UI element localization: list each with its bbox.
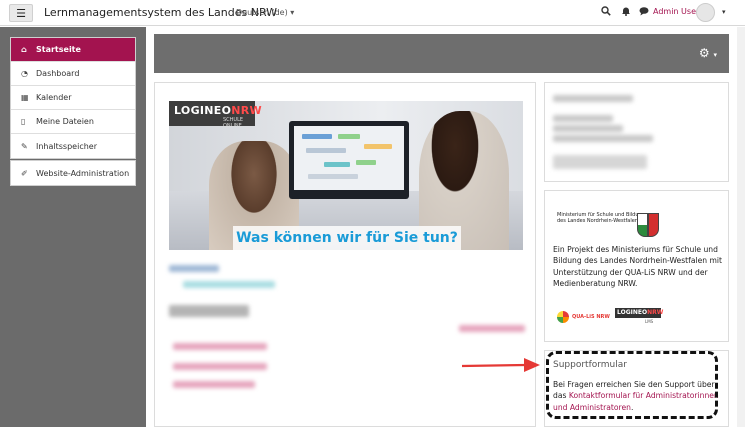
blurred-button xyxy=(553,155,647,169)
sidebar-item-label: Kalender xyxy=(36,93,72,102)
sidebar-item-dashboard[interactable]: ◔ Dashboard xyxy=(11,62,135,86)
blurred-line xyxy=(553,115,613,122)
support-text: Bei Fragen erreichen Sie den Support übe… xyxy=(553,379,725,413)
chevron-down-icon: ▾ xyxy=(290,8,295,17)
blurred-line xyxy=(183,281,275,288)
blurred-heading xyxy=(169,305,249,317)
sidebar-item-website-administration[interactable]: ✐ Website-Administration xyxy=(11,161,135,185)
nrw-coat-of-arms-icon xyxy=(637,213,659,237)
blurred-side-card xyxy=(544,82,729,182)
main-content: LOGINEONRW SCHULE ONLINE Was können wir … xyxy=(154,82,536,427)
screen-block xyxy=(324,162,350,167)
calendar-icon: ▦ xyxy=(21,93,29,102)
red-arrow-icon xyxy=(461,358,540,372)
file-icon: ▯ xyxy=(21,117,26,126)
screen-block xyxy=(364,144,392,149)
user-menu-chevron-icon[interactable]: ▾ xyxy=(722,8,726,16)
page-header: ⚙ ▾ xyxy=(154,34,729,73)
chevron-down-icon: ▾ xyxy=(713,51,717,59)
sidebar-item-startseite[interactable]: ⌂ Startseite xyxy=(11,38,135,62)
logo-logineo-small: LOGINEO xyxy=(617,309,648,316)
crest-left xyxy=(637,213,648,237)
blurred-link xyxy=(173,381,255,388)
logo-nrw: NRW xyxy=(231,104,262,117)
blurred-link xyxy=(459,325,525,332)
sidebar-item-label: Startseite xyxy=(36,45,81,54)
logineo-lms-logo: LOGINEONRW LMS xyxy=(615,308,664,324)
logineo-logo-text: LOGINEONRW xyxy=(174,104,262,117)
sidebar-item-inhaltsspeicher[interactable]: ✎ Inhaltsspeicher xyxy=(11,134,135,158)
qua-lis-logo: QUA-LiS NRW xyxy=(557,309,612,325)
blurred-line xyxy=(169,265,219,272)
sidebar-item-label: Website-Administration xyxy=(36,168,130,178)
screen-block xyxy=(356,160,376,165)
logo-logineo: LOGINEO xyxy=(174,104,232,117)
blurred-link xyxy=(173,343,267,350)
screen-block xyxy=(308,174,358,179)
sidebar-item-meine-dateien[interactable]: ▯ Meine Dateien xyxy=(11,110,135,134)
brush-icon: ✎ xyxy=(21,141,28,151)
logineo-lms-sub: LMS xyxy=(645,319,654,324)
hero-image: LOGINEONRW SCHULE ONLINE Was können wir … xyxy=(169,101,523,250)
search-icon[interactable] xyxy=(601,6,611,19)
dashboard-icon: ◔ xyxy=(21,69,28,78)
hero-screen xyxy=(294,126,404,190)
chat-bubble-icon[interactable] xyxy=(639,6,649,19)
scrollbar[interactable] xyxy=(737,27,745,427)
gear-icon[interactable]: ⚙ ▾ xyxy=(699,46,717,60)
crest-right xyxy=(648,213,659,237)
sidebar-item-label: Meine Dateien xyxy=(36,117,94,126)
left-drawer: ⌂ Startseite ◔ Dashboard ▦ Kalender ▯ Meine … xyxy=(0,27,146,427)
support-text-after: . xyxy=(630,402,634,412)
qua-lis-logo-icon xyxy=(557,311,569,323)
contact-form-link[interactable]: Kontaktformular für Administratorinnen u… xyxy=(553,391,719,411)
logo-nrw-small: NRW xyxy=(647,309,664,316)
logineo-lms-logo-box: LOGINEONRW xyxy=(615,308,664,318)
language-label: Deutsch (de) xyxy=(236,8,288,17)
blurred-line xyxy=(553,95,633,102)
admin-navigation: ✐ Website-Administration xyxy=(10,160,136,186)
support-card: Supportformular Bei Fragen erreichen Sie… xyxy=(544,350,729,427)
blurred-line xyxy=(553,135,653,142)
ministry-card: Ministerium für Schule und Bildung des L… xyxy=(544,190,729,342)
qua-lis-logo-text: QUA-LiS NRW xyxy=(572,314,610,320)
logineo-logo: LOGINEONRW SCHULE ONLINE xyxy=(169,101,262,129)
user-name[interactable]: Admin User xyxy=(653,7,699,16)
blurred-line xyxy=(553,125,623,132)
blurred-link xyxy=(173,363,267,370)
project-description: Ein Projekt des Ministeriums für Schule … xyxy=(553,245,722,289)
screen-block xyxy=(302,134,332,139)
hero-slogan: Was können wir für Sie tun? xyxy=(233,226,461,250)
sidebar-item-kalender[interactable]: ▦ Kalender xyxy=(11,86,135,110)
wrench-icon: ✐ xyxy=(21,168,28,178)
sidebar-item-label: Dashboard xyxy=(36,69,80,78)
screen-block xyxy=(338,134,360,139)
home-icon: ⌂ xyxy=(21,45,27,54)
top-navbar: ☰ Lernmanagementsystem des Landes NRW De… xyxy=(0,0,745,26)
screen-block xyxy=(306,148,346,153)
language-selector[interactable]: Deutsch (de) ▾ xyxy=(236,8,294,17)
hamburger-menu-icon[interactable]: ☰ xyxy=(9,4,33,22)
support-title: Supportformular xyxy=(553,360,627,370)
avatar[interactable] xyxy=(696,3,715,22)
logo-subtitle: SCHULE ONLINE xyxy=(223,117,244,129)
bell-icon[interactable] xyxy=(621,6,631,19)
main-navigation: ⌂ Startseite ◔ Dashboard ▦ Kalender ▯ Meine … xyxy=(10,37,136,159)
sidebar-item-label: Inhaltsspeicher xyxy=(36,141,97,151)
